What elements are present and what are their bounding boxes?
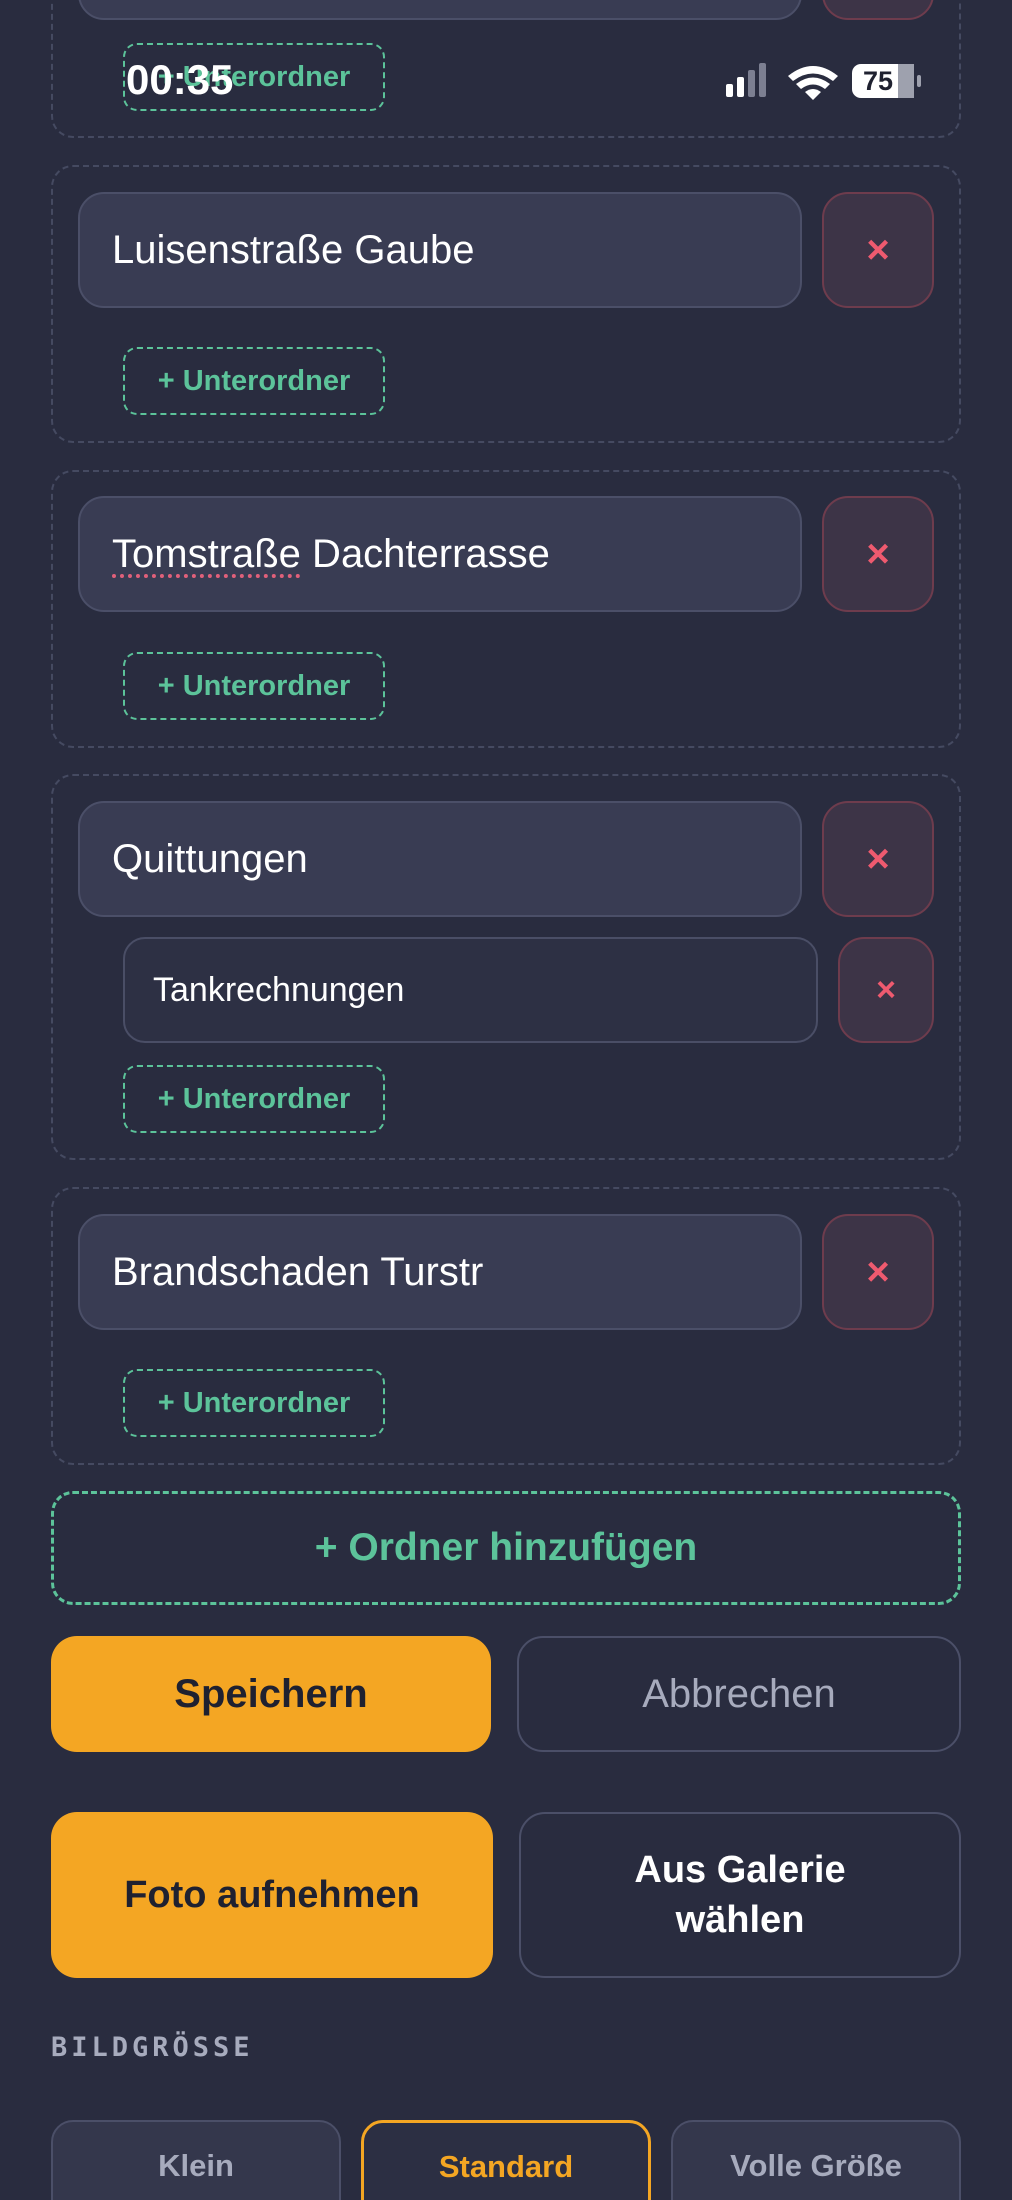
folder-name-input[interactable]: Luisenstraße Gaube (78, 192, 802, 308)
delete-folder-button[interactable]: × (822, 496, 934, 612)
subfolder-name-input[interactable]: Tankrechnungen (123, 937, 818, 1043)
close-icon: × (866, 531, 890, 576)
take-photo-button[interactable]: Foto aufnehmen (51, 1812, 493, 1978)
add-subfolder-button[interactable]: + Unterordner (123, 652, 385, 720)
status-time: 00:35 (126, 56, 234, 103)
size-option-standard[interactable]: Standard (361, 2120, 651, 2200)
save-button[interactable]: Speichern (51, 1636, 491, 1752)
folder-name-input[interactable]: Brandschaden Turstr (78, 1214, 802, 1330)
delete-folder-button[interactable]: × (822, 1214, 934, 1330)
cancel-button[interactable]: Abbrechen (517, 1636, 961, 1752)
image-size-label: BILDGRÖSSE (51, 2032, 254, 2063)
delete-folder-button[interactable]: × (822, 192, 934, 308)
battery-level: 75 (862, 66, 894, 96)
close-icon: × (866, 836, 890, 881)
add-subfolder-button[interactable]: + Unterordner (123, 347, 385, 415)
folder-editor-screen: × + Unterordner 00:35 75 Luisenstraße Ga… (0, 0, 1012, 2200)
size-option-full[interactable]: Volle Größe (671, 2120, 961, 2200)
choose-from-gallery-button[interactable]: Aus Galerie wählen (519, 1812, 961, 1978)
folder-name-input[interactable]: Tomstraße Dachterrasse (78, 496, 802, 612)
add-subfolder-button[interactable]: + Unterordner (123, 1369, 385, 1437)
delete-subfolder-button[interactable]: × (838, 937, 934, 1043)
delete-folder-button[interactable]: × (822, 0, 934, 20)
folder-name-input[interactable]: Quittungen (78, 801, 802, 917)
close-icon: × (866, 1249, 890, 1294)
folder-name-input[interactable] (78, 0, 802, 20)
close-icon: × (876, 970, 896, 1009)
delete-folder-button[interactable]: × (822, 801, 934, 917)
misspelled-word: Tomstraße (112, 531, 301, 576)
cellular-signal-icon (726, 63, 766, 97)
size-option-small[interactable]: Klein (51, 2120, 341, 2200)
add-subfolder-button[interactable]: + Unterordner (123, 1065, 385, 1133)
add-folder-button[interactable]: + Ordner hinzufügen (51, 1491, 961, 1605)
wifi-icon (788, 66, 838, 100)
close-icon: × (866, 227, 890, 272)
